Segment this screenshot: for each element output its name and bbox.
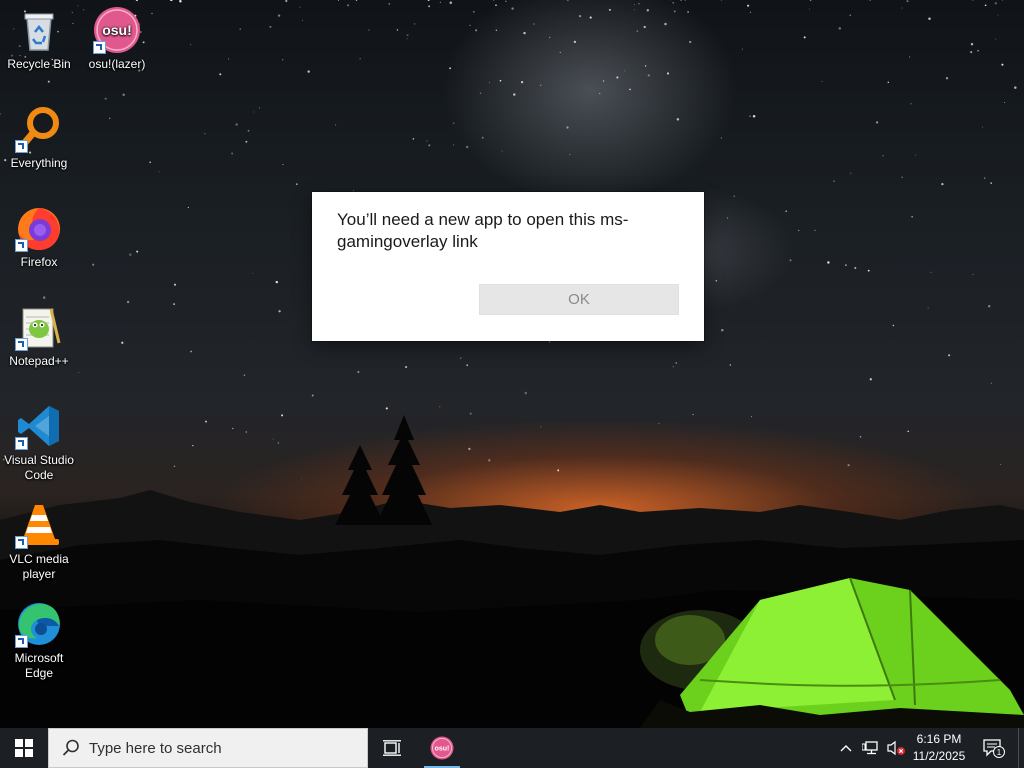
search-placeholder: Type here to search xyxy=(89,739,222,757)
shortcut-arrow-icon xyxy=(15,437,28,450)
ok-button[interactable]: OK xyxy=(479,284,679,315)
desktop-icon-osu-lazer[interactable]: osu! osu!(lazer) xyxy=(78,6,156,72)
taskbar-clock[interactable]: 6:16 PM 11/2/2025 xyxy=(906,731,972,765)
chevron-up-icon xyxy=(840,745,852,752)
desktop-icon-vscode[interactable]: Visual Studio Code xyxy=(0,402,78,483)
windows-logo-icon xyxy=(15,739,33,757)
notification-icon: 1 xyxy=(983,739,1005,758)
taskbar-search-box[interactable]: Type here to search xyxy=(48,728,368,768)
network-disconnected-icon xyxy=(862,741,878,755)
desktop-icon-label: Recycle Bin xyxy=(7,57,71,71)
desktop-icon-edge[interactable]: Microsoft Edge xyxy=(0,600,78,681)
shortcut-arrow-icon xyxy=(15,239,28,252)
search-icon xyxy=(62,739,79,756)
shortcut-arrow-icon xyxy=(93,41,106,54)
shortcut-arrow-icon xyxy=(15,536,28,549)
shortcut-arrow-icon xyxy=(15,140,28,153)
clock-date: 11/2/2025 xyxy=(912,749,966,763)
task-view-button[interactable] xyxy=(372,728,412,768)
osu-icon: osu! xyxy=(93,6,141,54)
shortcut-arrow-icon xyxy=(15,338,28,351)
desktop-icon-label: Firefox xyxy=(20,255,58,269)
taskbar: Type here to search osu! 6:16 PM 11/2/20… xyxy=(0,728,1024,768)
recycle-bin-icon xyxy=(15,6,63,54)
desktop-icon-notepad-plus-plus[interactable]: Notepad++ xyxy=(0,303,78,369)
desktop-icon-label: Notepad++ xyxy=(9,354,69,368)
network-tray-button[interactable] xyxy=(859,728,883,768)
taskbar-app-osu[interactable]: osu! xyxy=(422,728,462,768)
desktop-icon-label: VLC media player xyxy=(9,552,69,581)
desktop-icon-firefox[interactable]: Firefox xyxy=(0,204,78,270)
vscode-icon xyxy=(15,402,63,450)
svg-text:osu!: osu! xyxy=(102,22,132,38)
clock-time: 6:16 PM xyxy=(916,732,962,746)
desktop-icon-recycle-bin[interactable]: Recycle Bin xyxy=(0,6,78,72)
desktop-icon-label: Everything xyxy=(10,156,68,170)
task-view-icon xyxy=(383,740,401,756)
shortcut-arrow-icon xyxy=(15,635,28,648)
desktop-icon-label: Visual Studio Code xyxy=(4,453,74,482)
action-center-button[interactable]: 1 xyxy=(980,728,1008,768)
show-desktop-button[interactable] xyxy=(1018,728,1019,768)
volume-muted-icon xyxy=(887,740,905,756)
start-button[interactable] xyxy=(0,728,48,768)
svg-text:osu!: osu! xyxy=(435,746,450,753)
vlc-icon xyxy=(15,501,63,549)
landscape xyxy=(0,415,1024,728)
dialog-message: You’ll need a new app to open this ms-ga… xyxy=(337,210,629,251)
desktop-icon-label: Microsoft Edge xyxy=(14,651,64,680)
volume-tray-button[interactable] xyxy=(884,728,908,768)
desktop-icon-label: osu!(lazer) xyxy=(88,57,146,71)
everything-search-icon xyxy=(15,105,63,153)
desktop-icon-everything[interactable]: Everything xyxy=(0,105,78,171)
desktop-wallpaper xyxy=(0,0,1024,728)
show-hidden-icons-button[interactable] xyxy=(836,728,856,768)
firefox-icon xyxy=(15,204,63,252)
desktop-icon-vlc[interactable]: VLC media player xyxy=(0,501,78,582)
osu-icon: osu! xyxy=(430,736,454,760)
open-with-dialog: You’ll need a new app to open this ms-ga… xyxy=(312,192,704,341)
notepad-plus-plus-icon xyxy=(15,303,63,351)
edge-icon xyxy=(15,600,63,648)
svg-text:1: 1 xyxy=(997,748,1002,757)
